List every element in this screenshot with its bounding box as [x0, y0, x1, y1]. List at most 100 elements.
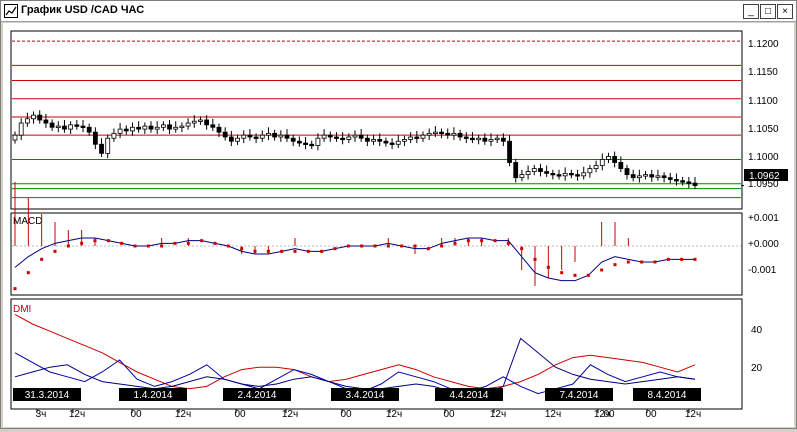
macd-panel[interactable]	[10, 212, 743, 296]
candle-body	[606, 156, 611, 160]
candle-body	[519, 174, 525, 179]
candle-body	[680, 180, 686, 183]
macd-signal-point	[133, 244, 137, 248]
minimize-button[interactable]: _	[743, 4, 759, 19]
macd-signal-point	[13, 287, 17, 291]
candle-body	[445, 132, 451, 136]
candle-body	[37, 114, 43, 121]
candle-body	[432, 131, 438, 135]
maximize-icon: □	[764, 6, 772, 17]
macd-signal-point	[306, 249, 310, 253]
candle-body	[327, 134, 333, 138]
date-label: 31.3.2014	[25, 390, 70, 401]
candle-body	[272, 132, 278, 138]
candle-body	[636, 175, 642, 179]
hour-label: 12ч	[685, 409, 701, 420]
macd-signal-point	[173, 241, 177, 245]
candle-body	[593, 165, 599, 169]
candle-body	[160, 124, 166, 128]
price-panel[interactable]	[10, 30, 743, 210]
hour-label: 00	[603, 409, 615, 420]
macd-signal-point	[80, 241, 84, 245]
candle-body	[123, 128, 129, 132]
candle-body	[630, 174, 636, 179]
candle-body	[284, 134, 290, 139]
candle-body	[340, 137, 346, 141]
candle-body	[352, 134, 358, 138]
macd-signal-point	[40, 257, 44, 261]
maximize-button[interactable]: □	[760, 4, 776, 19]
candle-body	[31, 114, 36, 120]
candle-body	[105, 137, 111, 154]
price-axis-label: 1.1000	[748, 152, 779, 163]
hour-label: 12ч	[175, 409, 191, 420]
candle-body	[649, 174, 655, 178]
close-icon: ×	[782, 6, 788, 17]
candle-body	[62, 125, 67, 130]
candle-body	[136, 126, 142, 130]
candle-body	[612, 156, 618, 163]
candle-body	[247, 134, 253, 138]
candle-body	[389, 142, 395, 145]
candle-body	[476, 137, 482, 141]
current-price-value: 1.0962	[749, 171, 780, 182]
candle-body	[204, 119, 210, 126]
macd-signal-point	[533, 257, 537, 261]
hour-label: 12ч	[490, 409, 506, 420]
macd-axis-label: +0.000	[748, 239, 779, 250]
macd-signal-point	[626, 260, 630, 264]
candle-body	[191, 120, 197, 124]
hour-label: 00	[234, 409, 246, 420]
hour-label: 12ч	[545, 409, 561, 420]
candle-body	[111, 132, 117, 139]
minimize-icon: _	[748, 6, 754, 17]
chart-app-icon	[4, 4, 18, 18]
close-button[interactable]: ×	[777, 4, 793, 19]
candle-body	[692, 182, 698, 186]
macd-signal-point	[240, 247, 244, 251]
candle-body	[74, 124, 80, 127]
macd-signal-point	[666, 257, 670, 261]
macd-label: MACD	[13, 216, 42, 227]
candle-body	[49, 122, 55, 128]
chart-area[interactable]: 1.1200 1.1150 1.1100 1.1050 1.1000 1.095…	[3, 23, 794, 427]
macd-signal-point	[466, 239, 470, 243]
candle-body	[321, 134, 327, 139]
candle-body	[674, 179, 679, 182]
macd-signal-point	[640, 260, 644, 264]
macd-signal-point	[226, 244, 230, 248]
candle-body	[550, 173, 556, 176]
candle-body	[414, 136, 420, 139]
macd-signal-point	[253, 249, 257, 253]
candle-body	[618, 162, 624, 169]
candle-body	[513, 162, 519, 179]
hour-label: 00	[645, 409, 657, 420]
candle-body	[686, 181, 692, 184]
candle-body	[55, 125, 61, 128]
price-axis-label: 1.1200	[748, 39, 779, 50]
chart-window: График USD /CAD ЧАС _ □ × 1.1200 1.1150 …	[0, 0, 797, 429]
candle-body	[482, 137, 488, 142]
candle-body	[167, 124, 172, 130]
macd-signal-point	[146, 244, 150, 248]
hour-label: 3ч	[36, 409, 47, 420]
candle-body	[315, 137, 321, 146]
candle-body	[364, 137, 370, 142]
candle-body	[173, 126, 179, 130]
macd-axis-label: +0.001	[748, 213, 779, 224]
macd-signal-point	[573, 273, 577, 277]
macd-signal-point	[106, 239, 110, 243]
title-bar[interactable]: График USD /CAD ЧАС _ □ ×	[1, 1, 796, 22]
macd-signal-point	[280, 249, 284, 253]
macd-signal-point	[600, 268, 604, 272]
macd-signal-point	[186, 241, 190, 245]
candle-body	[358, 134, 364, 139]
candle-body	[408, 136, 414, 140]
macd-signal-point	[680, 257, 684, 261]
candle-body	[420, 134, 426, 139]
chart-canvas[interactable]: 1.1200 1.1150 1.1100 1.1050 1.1000 1.095…	[3, 23, 794, 427]
candle-body	[371, 139, 376, 142]
macd-signal-point	[213, 241, 217, 245]
candle-body	[216, 126, 222, 133]
candle-body	[575, 174, 580, 177]
